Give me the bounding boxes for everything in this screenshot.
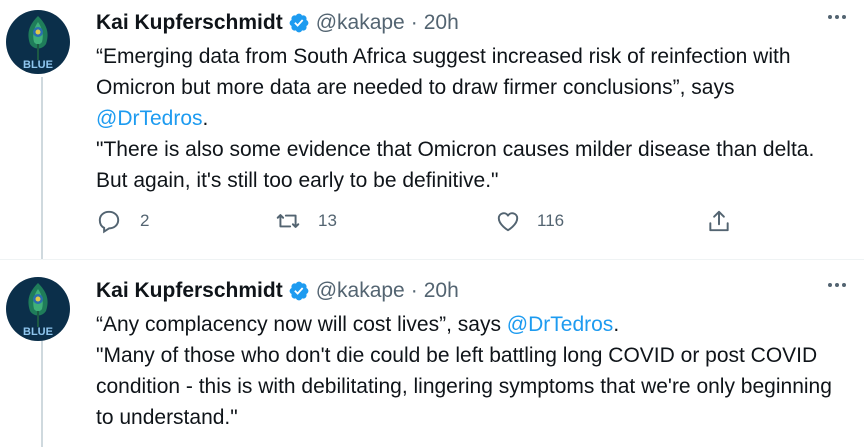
like-icon	[497, 212, 519, 232]
more-icon[interactable]	[828, 15, 846, 19]
reply-count: 2	[140, 211, 150, 230]
reply-icon	[98, 210, 120, 234]
tweet-text-paragraph: "Many of those who don't die could be le…	[96, 344, 832, 429]
thread-line	[41, 77, 43, 259]
author-name[interactable]: Kai Kupferschmidt	[96, 279, 283, 303]
tweet-text: “Emerging data from South Africa suggest…	[96, 41, 848, 196]
retweet-icon	[276, 214, 300, 228]
tweet[interactable]: BLUE Kai Kupferschmidt @kakape · 20h “Em…	[0, 0, 864, 259]
retweet-count: 13	[318, 211, 337, 230]
avatar-logo-text: BLUE	[23, 326, 53, 338]
separator: ·	[410, 11, 418, 34]
timestamp[interactable]: 20h	[424, 279, 459, 303]
verified-badge-icon	[288, 280, 310, 302]
tweet-text-quote: “Any complacency now will cost lives”, s…	[96, 313, 507, 336]
more-icon[interactable]	[828, 283, 846, 287]
verified-badge-icon	[288, 12, 310, 34]
thread-line	[41, 337, 43, 447]
separator: ·	[410, 279, 418, 302]
tweet-header: Kai Kupferschmidt @kakape · 20h	[96, 9, 848, 37]
author-name[interactable]: Kai Kupferschmidt	[96, 11, 283, 35]
tweet-text-end: .	[202, 107, 209, 130]
reply-button[interactable]: 2	[96, 208, 149, 234]
mention-link[interactable]: @DrTedros	[96, 107, 203, 130]
tweet-actions: 2 13 116	[96, 208, 736, 242]
share-icon	[709, 210, 729, 232]
mention-link[interactable]: @DrTedros	[507, 313, 614, 336]
author-handle[interactable]: @kakape	[316, 279, 405, 303]
retweet-button[interactable]: 13	[275, 208, 337, 234]
tweet-text-quote: “Emerging data from South Africa suggest…	[96, 45, 791, 99]
tweet-text-end: .	[613, 313, 620, 336]
timestamp[interactable]: 20h	[424, 11, 459, 35]
author-handle[interactable]: @kakape	[316, 11, 405, 35]
avatar[interactable]: BLUE	[6, 277, 70, 341]
avatar-logo-text: BLUE	[23, 59, 53, 71]
avatar[interactable]: BLUE	[6, 10, 70, 74]
share-button[interactable]	[706, 208, 732, 234]
tweet-header: Kai Kupferschmidt @kakape · 20h	[96, 277, 848, 305]
tweet-text: “Any complacency now will cost lives”, s…	[96, 309, 848, 433]
tweet[interactable]: BLUE Kai Kupferschmidt @kakape · 20h “An…	[0, 259, 864, 447]
like-count: 116	[537, 211, 565, 230]
tweet-text-paragraph: "There is also some evidence that Omicro…	[96, 138, 815, 192]
like-button[interactable]: 116	[495, 208, 564, 234]
